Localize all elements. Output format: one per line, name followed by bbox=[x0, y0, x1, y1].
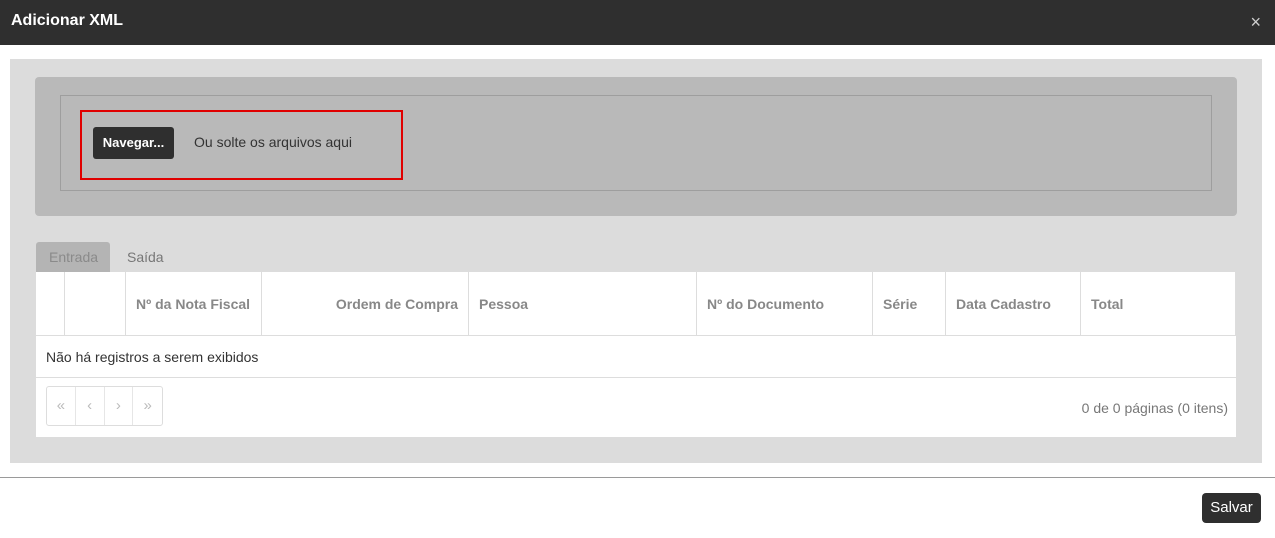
column-header-nota-fiscal[interactable]: Nº da Nota Fiscal bbox=[126, 272, 262, 336]
upload-area: Navegar... Ou solte os arquivos aqui bbox=[35, 77, 1237, 216]
dialog-title: Adicionar XML bbox=[11, 12, 124, 29]
footer-divider bbox=[0, 477, 1275, 478]
last-page-icon[interactable]: » bbox=[133, 387, 162, 425]
next-page-icon[interactable]: › bbox=[105, 387, 134, 425]
save-button[interactable]: Salvar bbox=[1202, 493, 1261, 523]
column-header-documento[interactable]: Nº do Documento bbox=[697, 272, 873, 336]
grid-footer: « ‹ › » 0 de 0 páginas (0 itens) bbox=[36, 377, 1236, 437]
browse-button[interactable]: Navegar... bbox=[93, 127, 174, 159]
grid-header: Nº da Nota Fiscal Ordem de Compra Pessoa… bbox=[36, 272, 1236, 336]
drop-hint: Ou solte os arquivos aqui bbox=[194, 134, 352, 150]
column-header-data-cadastro[interactable]: Data Cadastro bbox=[946, 272, 1081, 336]
column-header-pessoa[interactable]: Pessoa bbox=[469, 272, 697, 336]
page-info: 0 de 0 páginas (0 itens) bbox=[1081, 400, 1228, 416]
close-icon[interactable]: × bbox=[1250, 13, 1261, 31]
dropzone[interactable]: Navegar... Ou solte os arquivos aqui bbox=[60, 95, 1212, 191]
pager: « ‹ › » bbox=[46, 386, 163, 426]
column-header-actions[interactable] bbox=[65, 272, 126, 336]
highlight-box: Navegar... Ou solte os arquivos aqui bbox=[80, 110, 403, 180]
column-header-ordem-compra[interactable]: Ordem de Compra bbox=[262, 272, 469, 336]
column-header-serie[interactable]: Série bbox=[873, 272, 946, 336]
tab-saida[interactable]: Saída bbox=[114, 242, 177, 272]
empty-message: Não há registros a serem exibidos bbox=[46, 349, 259, 365]
prev-page-icon[interactable]: ‹ bbox=[76, 387, 105, 425]
tab-entrada[interactable]: Entrada bbox=[36, 242, 110, 272]
dialog-content: Navegar... Ou solte os arquivos aqui Ent… bbox=[10, 59, 1262, 463]
xml-grid: Nº da Nota Fiscal Ordem de Compra Pessoa… bbox=[36, 272, 1236, 437]
column-header-total[interactable]: Total bbox=[1081, 272, 1236, 336]
dialog-titlebar: Adicionar XML × bbox=[0, 0, 1275, 45]
column-header-select[interactable] bbox=[36, 272, 65, 336]
first-page-icon[interactable]: « bbox=[47, 387, 76, 425]
